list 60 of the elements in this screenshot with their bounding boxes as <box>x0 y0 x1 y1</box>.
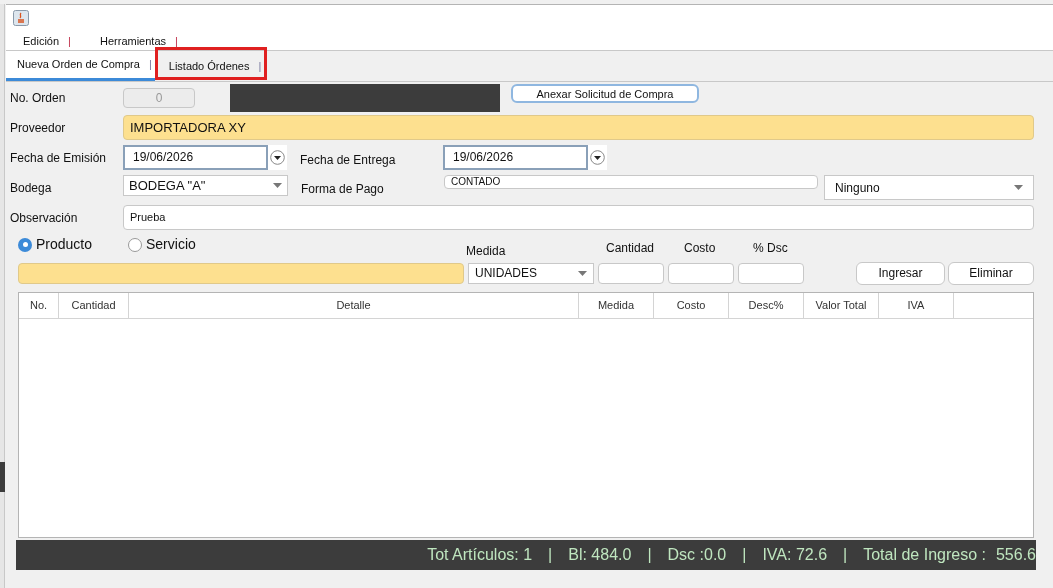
column-label: Cantidad <box>606 240 656 257</box>
date-dropdown-button[interactable] <box>588 145 607 170</box>
menu-separator: | <box>175 34 178 49</box>
column-header[interactable]: Costo <box>654 293 729 318</box>
payment-field[interactable]: CONTADO <box>444 175 818 189</box>
status-text: Dsc :0.0 <box>667 545 727 565</box>
tab[interactable]: Nueva Orden de Compra | <box>6 51 155 81</box>
status-separator: | <box>742 545 747 565</box>
column-header[interactable]: Desc% <box>729 293 804 318</box>
discount-field[interactable] <box>738 262 804 284</box>
warehouse-dropdown[interactable]: BODEGA "A" <box>123 175 288 196</box>
caret-icon <box>270 150 285 165</box>
date-field[interactable]: 19/06/2026 <box>123 145 268 170</box>
status-text: Tot Artículos: 1 <box>427 545 533 565</box>
date-field[interactable]: 19/06/2026 <box>443 145 588 170</box>
radio-button[interactable]: Servicio <box>128 234 196 255</box>
caret-icon <box>1014 185 1023 190</box>
cost-field[interactable] <box>668 262 734 284</box>
field-label: No. Orden <box>10 90 67 107</box>
payment-option-dropdown[interactable]: Ninguno <box>824 175 1034 200</box>
field-label: Forma de Pago <box>301 181 385 198</box>
column-label: % Dsc <box>753 240 788 257</box>
tab[interactable]: Listado Órdenes | <box>154 51 266 81</box>
caret-icon <box>590 150 605 165</box>
column-header[interactable]: Medida <box>579 293 654 318</box>
status-text: Bl: 484.0 <box>568 545 632 565</box>
app-icon <box>13 10 29 26</box>
column-header[interactable]: IVA <box>879 293 954 318</box>
menu-separator: | <box>68 34 71 49</box>
column-header[interactable]: Cantidad <box>59 293 129 318</box>
menu-item[interactable]: Herramientas <box>100 33 167 50</box>
quantity-field[interactable] <box>598 262 664 284</box>
date-dropdown-button[interactable] <box>268 145 287 170</box>
field-label: Bodega <box>10 180 53 197</box>
field-label: Fecha de Entrega <box>300 151 397 169</box>
status-text: IVA: 72.6 <box>762 545 828 565</box>
status-text: Total de Ingreso : <box>863 545 986 565</box>
observation-field[interactable]: Prueba <box>123 205 1034 230</box>
status-separator: | <box>647 545 652 565</box>
supplier-field[interactable]: IMPORTADORA XY <box>123 115 1034 140</box>
column-label: Medida <box>466 243 507 260</box>
caret-icon <box>578 270 587 276</box>
status-value: 556.6 <box>995 545 1036 565</box>
unit-dropdown[interactable]: UNIDADES <box>468 262 594 284</box>
item-search-field[interactable] <box>18 262 464 284</box>
column-header[interactable]: Valor Total <box>804 293 879 318</box>
field-label: Proveedor <box>10 119 67 137</box>
field-label: Fecha de Emisión <box>10 149 108 167</box>
action-button[interactable]: Ingresar <box>856 261 945 285</box>
attach-request-button[interactable]: Anexar Solicitud de Compra <box>511 84 699 103</box>
status-separator: | <box>843 545 848 565</box>
field-label: Observación <box>10 209 79 227</box>
column-header[interactable]: No. <box>19 293 59 318</box>
status-separator: | <box>548 545 553 565</box>
action-button[interactable]: Eliminar <box>948 261 1034 285</box>
caret-icon <box>273 183 282 188</box>
column-header[interactable]: Detalle <box>129 293 579 318</box>
menu-item[interactable]: Edición <box>23 33 60 50</box>
radio-button[interactable]: Producto <box>18 234 128 255</box>
column-label: Costo <box>684 240 717 257</box>
